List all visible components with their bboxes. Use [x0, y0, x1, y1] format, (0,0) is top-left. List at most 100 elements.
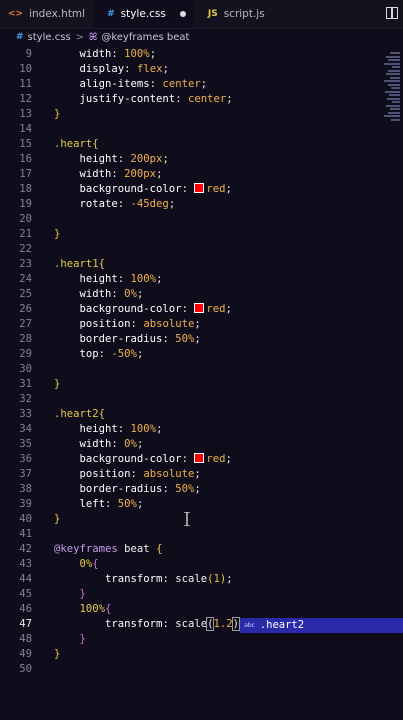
line-number: 47	[19, 618, 32, 630]
code-token: ;	[156, 168, 163, 180]
code-token: :	[175, 93, 188, 105]
code-line[interactable]: 15 .heart{	[0, 137, 400, 152]
line-code: @keyframes beat {	[54, 542, 162, 557]
line-number: 50	[19, 663, 32, 675]
code-token: ;	[225, 183, 232, 195]
tab-style-css[interactable]: # style.css	[93, 0, 194, 28]
breadcrumb-file[interactable]: style.css	[28, 32, 71, 43]
line-code: }	[54, 632, 86, 647]
code-token: ;	[136, 348, 144, 360]
code-token: :	[130, 318, 144, 330]
tab-label: script.js	[223, 8, 265, 20]
code-token: height	[54, 273, 118, 285]
code-line[interactable]: 43 0%{	[0, 557, 400, 572]
code-line[interactable]: 44 transform: scale(1);	[0, 572, 400, 587]
code-line[interactable]: 36 background-color: red;	[0, 452, 400, 467]
code-line[interactable]: 16 height: 200px;	[0, 152, 400, 167]
color-swatch[interactable]	[194, 183, 205, 193]
code-token: align-items	[54, 78, 150, 90]
code-token: ;	[162, 153, 169, 165]
code-token: center	[162, 78, 201, 90]
code-token: 0%	[124, 438, 137, 450]
code-token: ;	[226, 573, 233, 585]
code-line[interactable]: 20	[0, 212, 400, 227]
code-token: 0%	[54, 558, 93, 570]
code-token: width	[54, 168, 112, 180]
code-token: {	[105, 603, 112, 615]
code-token: height	[54, 153, 118, 165]
code-token: beat	[124, 543, 157, 555]
code-line[interactable]: 35 width: 0%;	[0, 437, 400, 452]
js-icon: JS	[207, 9, 218, 19]
code-token: ;	[194, 318, 201, 330]
line-number: 30	[19, 363, 32, 375]
code-token: ;	[194, 333, 201, 345]
code-token: width	[54, 288, 112, 300]
code-line[interactable]: 40}	[0, 512, 400, 527]
line-number: 23	[19, 258, 32, 270]
code-line[interactable]: 10 display: flex;	[0, 62, 400, 77]
code-token: ;	[194, 468, 201, 480]
code-line[interactable]: 27 position: absolute;	[0, 317, 400, 332]
minimap-line	[386, 73, 400, 75]
code-line[interactable]: 13}	[0, 107, 400, 122]
code-line[interactable]: 14	[0, 122, 400, 137]
code-line[interactable]: 37 position: absolute;	[0, 467, 400, 482]
code-token: ;	[194, 483, 201, 495]
autocomplete-suggestion[interactable]: abc .heart2	[240, 618, 403, 633]
split-editor-icon[interactable]	[386, 7, 398, 19]
code-line[interactable]: 26 background-color: red;	[0, 302, 400, 317]
code-token: transform	[54, 618, 163, 630]
code-line[interactable]: 9 width: 100%;	[0, 47, 400, 62]
line-number: 12	[19, 93, 32, 105]
code-token: ;	[156, 273, 163, 285]
code-line[interactable]: 39 left: 50%;	[0, 497, 400, 512]
code-token: 50%	[117, 498, 137, 510]
line-number: 9	[25, 48, 32, 60]
code-line[interactable]: 12 justify-content: center;	[0, 92, 400, 107]
minimap-line	[385, 90, 400, 93]
code-line[interactable]: 24 height: 100%;	[0, 272, 400, 287]
code-line[interactable]: 19 rotate: -45deg;	[0, 197, 400, 212]
keyframes-symbol-icon: ꕤ	[89, 31, 98, 43]
code-line[interactable]: 34 height: 100%;	[0, 422, 400, 437]
code-token: :	[117, 198, 131, 210]
breadcrumb-symbol[interactable]: @keyframes beat	[101, 32, 189, 43]
code-token: ;	[136, 288, 144, 300]
code-line[interactable]: 41	[0, 527, 400, 542]
code-line[interactable]: 29 top: -50%;	[0, 347, 400, 362]
line-code: background-color: red;	[54, 302, 232, 317]
code-line[interactable]: 23 .heart1{	[0, 257, 400, 272]
code-line[interactable]: 38 border-radius: 50%;	[0, 482, 400, 497]
code-line[interactable]: 33 .heart2{	[0, 407, 400, 422]
code-token: :	[111, 48, 125, 60]
code-line[interactable]: 11 align-items: center;	[0, 77, 400, 92]
code-line[interactable]: 31}	[0, 377, 400, 392]
unsaved-dot-icon[interactable]	[179, 11, 186, 17]
code-line[interactable]: 18 background-color: red;	[0, 182, 400, 197]
code-line[interactable]: 28 border-radius: 50%;	[0, 332, 400, 347]
code-line[interactable]: 21}	[0, 227, 400, 242]
code-line[interactable]: 42 @keyframes beat {	[0, 542, 400, 557]
code-line[interactable]: 30	[0, 362, 400, 377]
code-line[interactable]: 48 }	[0, 632, 400, 647]
code-line[interactable]: 50	[0, 662, 400, 677]
tab-script-js[interactable]: JS script.js	[194, 0, 273, 28]
code-token: @keyframes	[54, 543, 125, 555]
code-line[interactable]: 49}	[0, 647, 400, 662]
line-number: 13	[19, 108, 32, 120]
line-number: 17	[19, 168, 32, 180]
color-swatch[interactable]	[194, 453, 205, 463]
code-line[interactable]: 45 }	[0, 587, 400, 602]
line-code: position: absolute;	[54, 467, 201, 482]
line-number: 21	[19, 228, 32, 240]
code-line[interactable]: 22	[0, 242, 400, 257]
minimap[interactable]	[382, 46, 400, 126]
line-code: height: 100%;	[54, 422, 163, 437]
tab-index-html[interactable]: <> index.html	[0, 0, 93, 28]
code-line[interactable]: 17 width: 200px;	[0, 167, 400, 182]
code-line[interactable]: 46 100%{	[0, 602, 400, 617]
code-line[interactable]: 32	[0, 392, 400, 407]
color-swatch[interactable]	[194, 303, 205, 313]
code-line[interactable]: 25 width: 0%;	[0, 287, 400, 302]
